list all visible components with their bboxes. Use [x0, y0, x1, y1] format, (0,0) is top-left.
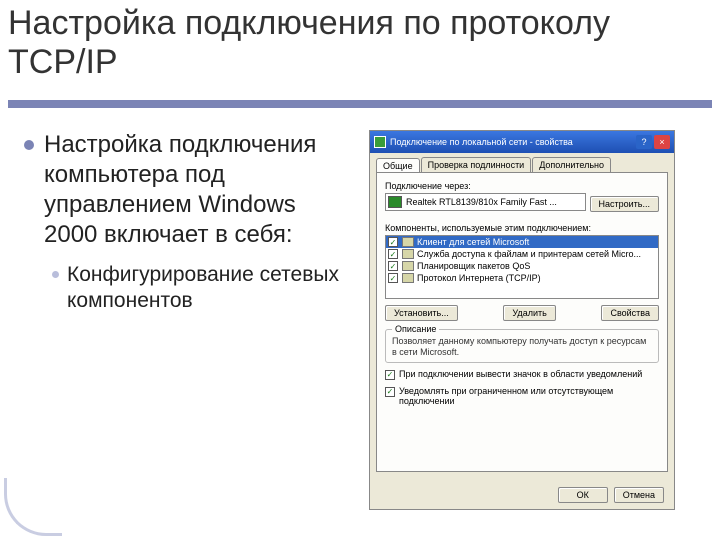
connect-using-label: Подключение через: [385, 181, 659, 191]
bullet-level-1: Настройка подключения компьютера под упр… [24, 130, 354, 250]
install-button[interactable]: Установить... [385, 305, 458, 321]
tab-advanced[interactable]: Дополнительно [532, 157, 611, 172]
description-group: Описание Позволяет данному компьютеру по… [385, 329, 659, 363]
dialog-titlebar: Подключение по локальной сети - свойства… [370, 131, 674, 153]
list-item[interactable]: ✓ Клиент для сетей Microsoft [386, 236, 658, 248]
checkbox-icon[interactable]: ✓ [388, 249, 398, 259]
description-legend: Описание [392, 324, 439, 334]
list-item[interactable]: ✓ Планировщик пакетов QoS [386, 260, 658, 272]
checkbox-icon[interactable]: ✓ [385, 370, 395, 380]
option-notify-icon[interactable]: ✓ При подключении вывести значок в облас… [385, 369, 659, 380]
component-icon [402, 237, 414, 247]
checkbox-icon[interactable]: ✓ [388, 237, 398, 247]
dialog-button-row: ОК Отмена [558, 487, 664, 503]
close-button[interactable]: × [654, 135, 670, 149]
list-item[interactable]: ✓ Протокол Интернета (TCP/IP) [386, 272, 658, 284]
configure-button[interactable]: Настроить... [590, 196, 659, 212]
cancel-button[interactable]: Отмена [614, 487, 664, 503]
component-icon [402, 273, 414, 283]
bullet-l1-text: Настройка подключения компьютера под упр… [44, 130, 354, 250]
option-label: Уведомлять при ограниченном или отсутств… [399, 386, 659, 406]
bullet-dot-icon [24, 140, 34, 150]
list-item-label: Клиент для сетей Microsoft [417, 237, 529, 247]
adapter-field: Realtek RTL8139/810x Family Fast ... [385, 193, 586, 211]
description-text: Позволяет данному компьютеру получать до… [392, 336, 652, 358]
tab-row: Общие Проверка подлинности Дополнительно [370, 153, 674, 172]
option-notify-limited[interactable]: ✓ Уведомлять при ограниченном или отсутс… [385, 386, 659, 406]
properties-button[interactable]: Свойства [601, 305, 659, 321]
bullet-dot-icon [52, 271, 59, 278]
text-column: Настройка подключения компьютера под упр… [24, 130, 354, 315]
adapter-name: Realtek RTL8139/810x Family Fast ... [406, 197, 583, 207]
component-button-row: Установить... Удалить Свойства [385, 305, 659, 321]
list-item-label: Служба доступа к файлам и принтерам сете… [417, 249, 641, 259]
option-label: При подключении вывести значок в области… [399, 369, 642, 379]
list-item[interactable]: ✓ Служба доступа к файлам и принтерам се… [386, 248, 658, 260]
component-icon [402, 261, 414, 271]
components-list[interactable]: ✓ Клиент для сетей Microsoft ✓ Служба до… [385, 235, 659, 299]
tab-auth[interactable]: Проверка подлинности [421, 157, 532, 172]
title-underline [8, 100, 712, 108]
network-icon [374, 136, 386, 148]
tab-body: Подключение через: Realtek RTL8139/810x … [376, 172, 668, 472]
components-label: Компоненты, используемые этим подключени… [385, 223, 659, 233]
list-item-label: Планировщик пакетов QoS [417, 261, 530, 271]
ok-button[interactable]: ОК [558, 487, 608, 503]
uninstall-button[interactable]: Удалить [503, 305, 555, 321]
dialog-title: Подключение по локальной сети - свойства [390, 137, 636, 147]
tab-general[interactable]: Общие [376, 158, 420, 173]
adapter-icon [388, 196, 402, 208]
slide-title: Настройка подключения по протоколу TCP/I… [0, 0, 720, 82]
corner-decoration [4, 478, 62, 536]
checkbox-icon[interactable]: ✓ [385, 387, 395, 397]
help-button[interactable]: ? [636, 135, 652, 149]
bullet-level-2: Конфигурирование сетевых компонентов [52, 262, 354, 315]
slide-title-band: Настройка подключения по протоколу TCP/I… [0, 0, 720, 108]
list-item-label: Протокол Интернета (TCP/IP) [417, 273, 541, 283]
checkbox-icon[interactable]: ✓ [388, 273, 398, 283]
bullet-l2-text: Конфигурирование сетевых компонентов [67, 262, 354, 315]
properties-dialog: Подключение по локальной сети - свойства… [369, 130, 675, 510]
checkbox-icon[interactable]: ✓ [388, 261, 398, 271]
slide-content: Настройка подключения компьютера под упр… [24, 120, 696, 516]
component-icon [402, 249, 414, 259]
